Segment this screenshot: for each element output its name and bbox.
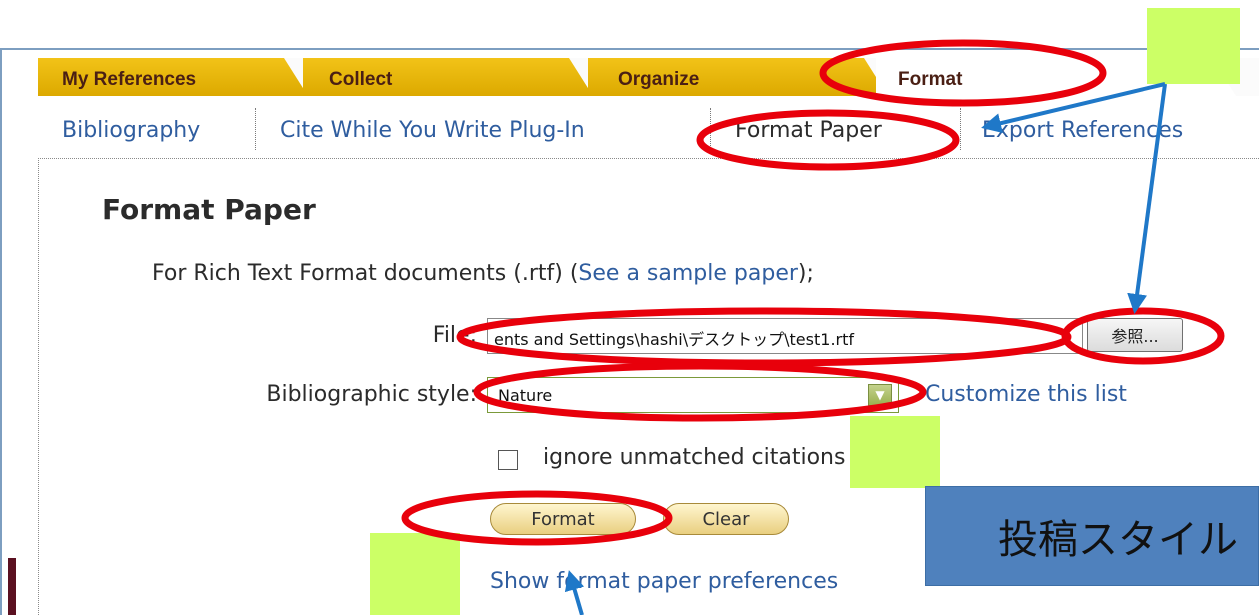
browse-button[interactable]: 参照...	[1087, 318, 1183, 352]
style-label: Bibliographic style:	[266, 382, 477, 407]
tab-organize[interactable]: Organize	[588, 58, 888, 96]
subnav-bibliography[interactable]: Bibliography	[62, 118, 200, 143]
clear-button[interactable]: Clear	[663, 503, 789, 535]
intro-text: For Rich Text Format documents (.rtf) (S…	[152, 261, 814, 286]
subnav-format-paper[interactable]: Format Paper	[735, 118, 882, 143]
subnav-divider	[710, 108, 711, 150]
step-marker-middle	[850, 416, 940, 488]
subnav-export-references[interactable]: Export References	[982, 118, 1183, 143]
chevron-down-icon[interactable]: ▼	[868, 384, 892, 406]
intro-suffix: );	[797, 261, 814, 286]
show-preferences-link[interactable]: Show format paper preferences	[490, 569, 838, 594]
format-subnav: Bibliography Cite While You Write Plug-I…	[38, 96, 1259, 159]
style-callout-box: 投稿スタイル	[925, 486, 1259, 586]
tab-label: Format	[898, 69, 963, 90]
tab-collect[interactable]: Collect	[303, 58, 593, 96]
sample-paper-link[interactable]: See a sample paper	[578, 261, 797, 286]
file-label: File:	[432, 323, 477, 348]
tab-label: My References	[62, 69, 197, 90]
page-title: Format Paper	[102, 193, 316, 226]
subnav-cite-while-you-write[interactable]: Cite While You Write Plug-In	[280, 118, 585, 143]
subnav-divider	[255, 108, 256, 150]
main-tab-bar: My References Collect Organize Format	[38, 58, 1259, 96]
file-path-input[interactable]: ents and Settings\hashi\デスクトップ\test1.rtf	[487, 318, 1083, 354]
file-path-value: ents and Settings\hashi\デスクトップ\test1.rtf	[494, 330, 855, 349]
left-edge-marker	[8, 558, 16, 615]
format-button[interactable]: Format	[490, 503, 636, 535]
step-marker-top-right	[1147, 8, 1240, 84]
tab-my-references[interactable]: My References	[38, 58, 308, 96]
customize-list-link[interactable]: Customize this list	[925, 382, 1127, 407]
content-left-border	[38, 158, 39, 615]
tab-label: Organize	[618, 69, 700, 90]
ignore-unmatched-checkbox[interactable]	[498, 450, 518, 470]
style-callout-text: 投稿スタイル	[998, 517, 1238, 563]
intro-prefix: For Rich Text Format documents (.rtf) (	[152, 261, 579, 286]
style-selected-value: Nature	[498, 386, 553, 405]
bibliographic-style-select[interactable]: Nature ▼	[487, 377, 899, 413]
tab-label: Collect	[329, 69, 393, 90]
subnav-divider	[960, 108, 961, 150]
ignore-unmatched-label: ignore unmatched citations	[543, 445, 846, 470]
step-marker-bottom-left	[370, 533, 460, 615]
